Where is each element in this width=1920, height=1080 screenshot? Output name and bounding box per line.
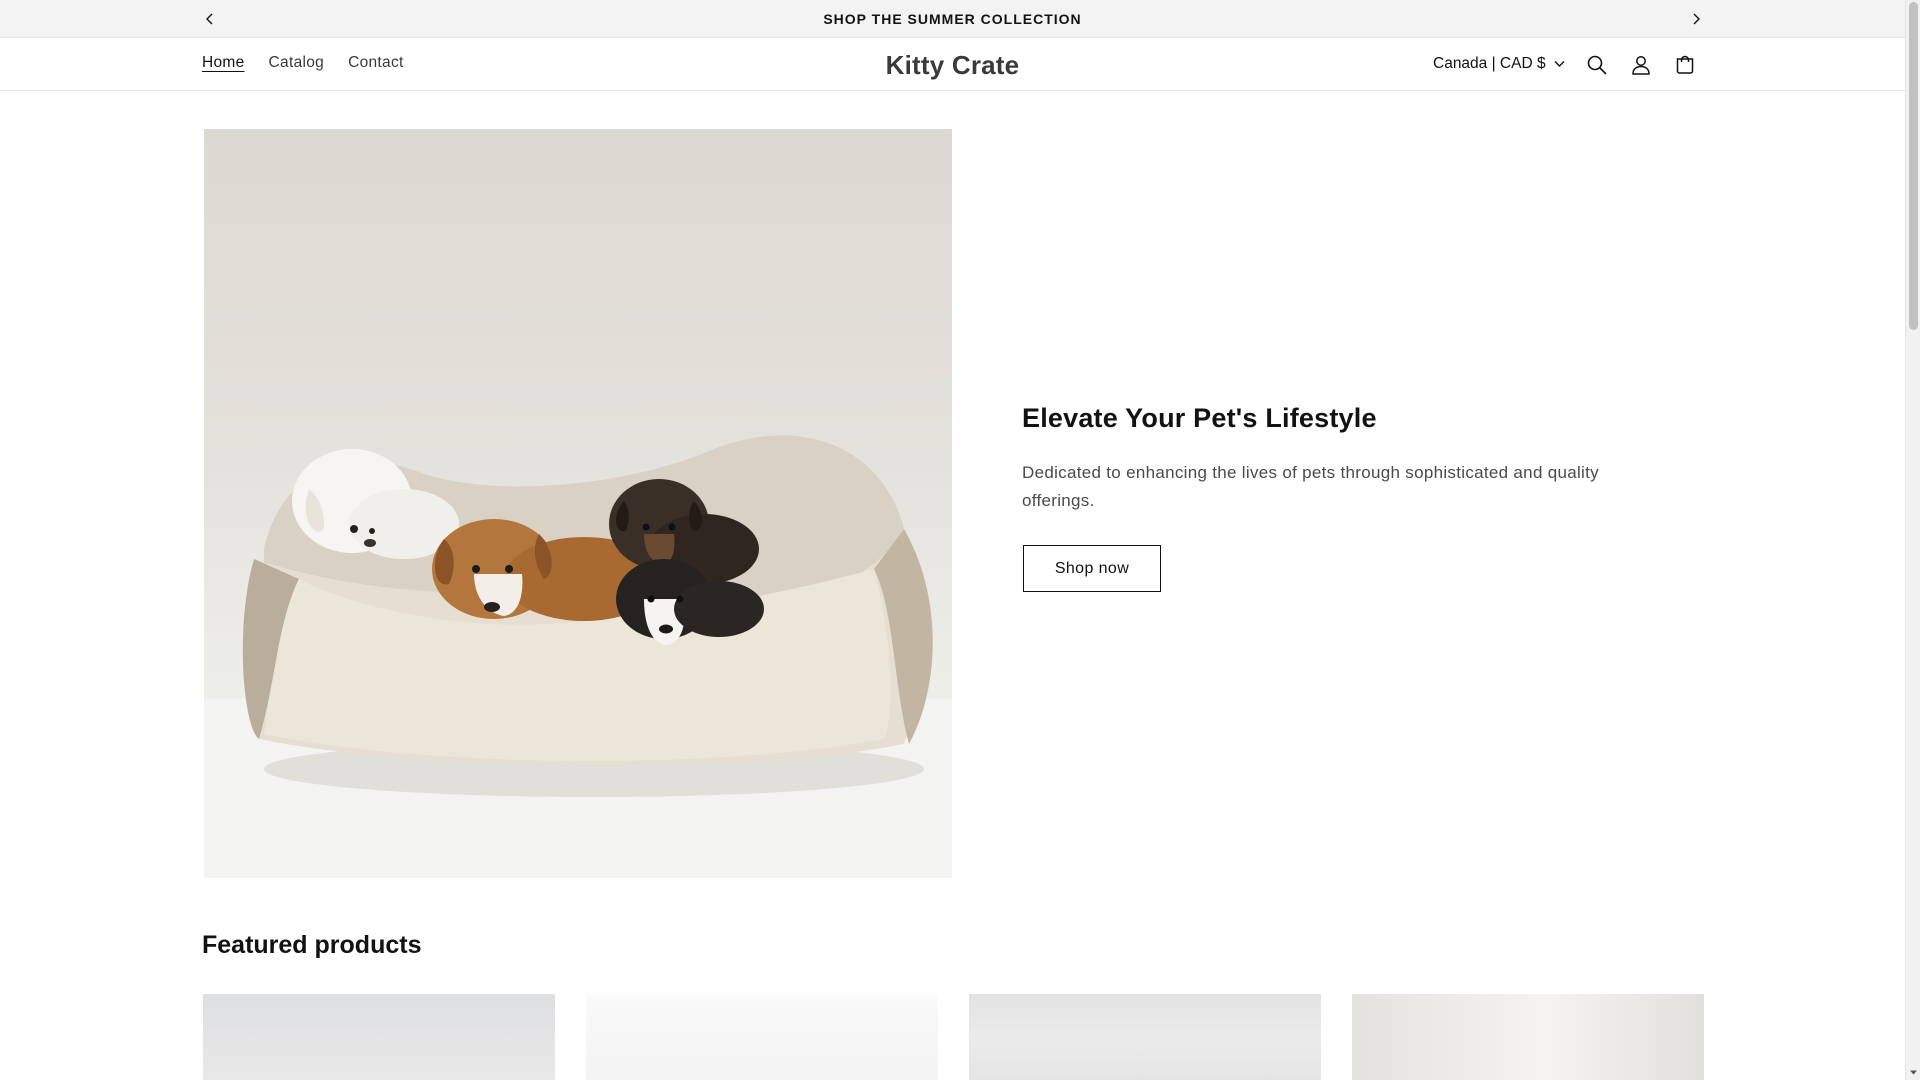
scroll-down-arrow-icon[interactable] xyxy=(1909,1068,1918,1077)
announcement-bar: SHOP THE SUMMER COLLECTION xyxy=(0,0,1905,38)
product-card-image[interactable] xyxy=(969,994,1321,1080)
product-card-image[interactable] xyxy=(1352,994,1704,1080)
nav-item-contact[interactable]: Contact xyxy=(348,54,404,72)
cart-icon[interactable] xyxy=(1670,50,1700,80)
puppies-in-pet-bed-image xyxy=(204,435,952,878)
hero-title: Elevate Your Pet's Lifestyle xyxy=(1022,403,1377,433)
product-card-image[interactable] xyxy=(586,994,938,1080)
site-header: Home Catalog Contact Kitty Crate Canada … xyxy=(0,39,1905,91)
locale-selector[interactable]: Canada | CAD $ xyxy=(1433,55,1565,73)
chevron-right-icon[interactable] xyxy=(1685,9,1707,29)
hero-description: Dedicated to enhancing the lives of pets… xyxy=(1022,463,1599,510)
site-logo[interactable]: Kitty Crate xyxy=(886,50,1020,80)
scrollbar-thumb[interactable] xyxy=(1909,2,1918,330)
main-nav: Home Catalog Contact xyxy=(202,54,404,72)
account-icon[interactable] xyxy=(1626,50,1656,80)
hero-image xyxy=(204,129,952,878)
chevron-down-icon xyxy=(1554,61,1565,67)
announcement-text[interactable]: SHOP THE SUMMER COLLECTION xyxy=(0,11,1905,27)
page-scrollbar[interactable] xyxy=(1905,0,1920,1080)
nav-item-home[interactable]: Home xyxy=(202,54,245,72)
locale-label: Canada | CAD $ xyxy=(1433,55,1546,72)
search-icon[interactable] xyxy=(1582,50,1612,80)
featured-products-title: Featured products xyxy=(202,931,422,959)
nav-item-catalog[interactable]: Catalog xyxy=(269,54,325,72)
shop-now-button[interactable]: Shop now xyxy=(1023,545,1161,592)
product-card-image[interactable] xyxy=(203,994,555,1080)
